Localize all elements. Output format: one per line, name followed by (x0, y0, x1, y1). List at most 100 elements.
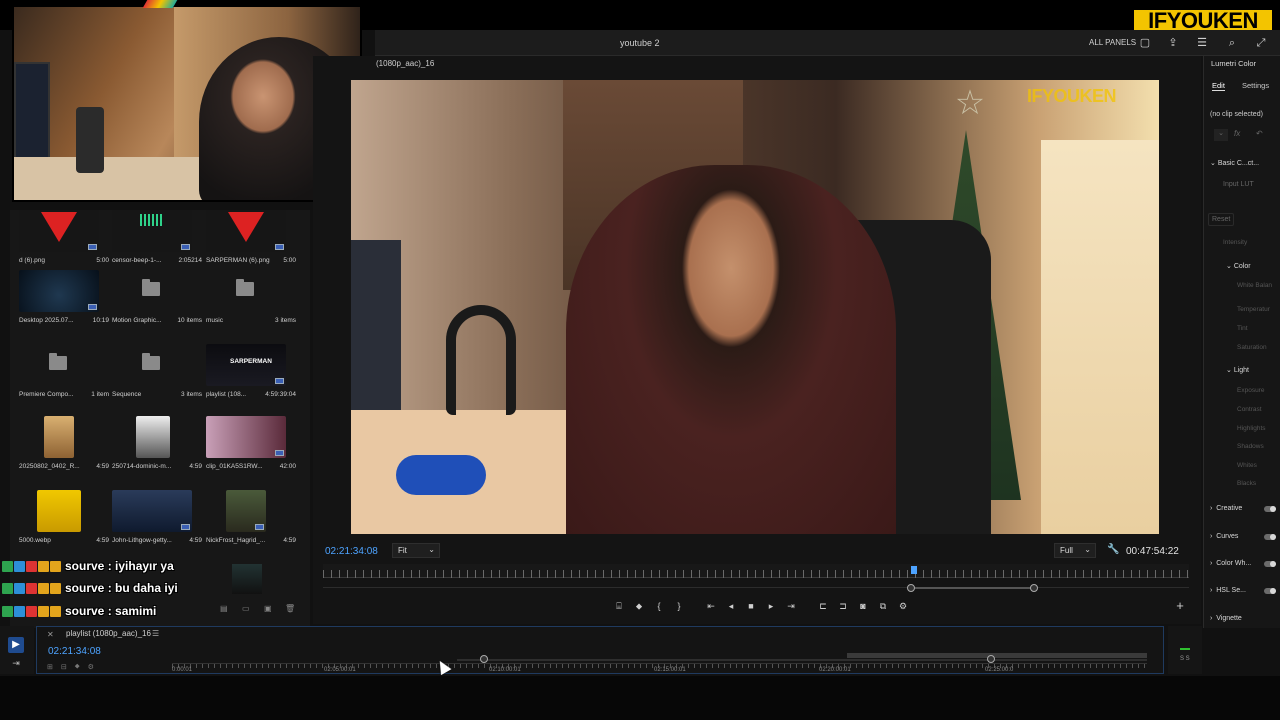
trash-icon[interactable]: 🗑 (285, 604, 295, 613)
whites-label: Whites (1237, 462, 1257, 469)
close-icon[interactable]: ✕ (47, 630, 55, 639)
quality-select[interactable]: Full ⌄ (1054, 543, 1096, 558)
tab-edit[interactable]: Edit (1212, 81, 1225, 91)
stop-icon[interactable]: ■ (741, 598, 761, 614)
add-button[interactable]: + (1173, 598, 1187, 614)
settings-icon[interactable]: ⚙ (893, 598, 913, 614)
insert-icon[interactable]: ⊏ (813, 598, 833, 614)
hsl-toggle[interactable] (1264, 588, 1276, 594)
tools-panel: ▶ ⇥ (0, 626, 34, 674)
timeline-zoom-bar[interactable] (457, 653, 1147, 663)
settings-icon[interactable]: ⚙ (88, 663, 94, 673)
item-duration: 3 items (275, 317, 296, 324)
go-to-out-icon[interactable]: ⇥ (781, 598, 801, 614)
creative-toggle[interactable] (1264, 506, 1276, 512)
chat-user: sourve (65, 559, 105, 573)
monitor-time-ruler[interactable] (323, 564, 1189, 578)
item-duration: 1 item (91, 391, 109, 398)
blacks-label: Blacks (1237, 480, 1257, 487)
chat-badges (2, 605, 61, 617)
undo-icon[interactable]: ↶ (1256, 129, 1263, 138)
folder-icon (112, 270, 192, 312)
exposure-label: Exposure (1237, 387, 1265, 394)
all-panels-button[interactable]: ALL PANELS (1089, 38, 1136, 47)
item-name: d (6).png (19, 257, 46, 264)
markers-icon[interactable]: ⬥ (75, 663, 80, 673)
no-clip-label: (no clip selected) (1210, 111, 1263, 118)
mark-in-icon[interactable]: { (649, 598, 669, 614)
thumb-overlay-text: SARPERMAN (230, 358, 272, 365)
section-color-wheels[interactable]: › Color Wh... (1210, 560, 1251, 567)
step-forward-icon[interactable]: ▸ (761, 598, 781, 614)
chat-badges (2, 560, 61, 572)
section-hsl[interactable]: › HSL Se... (1210, 587, 1246, 594)
linked-selection-icon[interactable]: ⊟ (61, 663, 67, 673)
item-thumbnail (226, 490, 266, 532)
zoom-handle-right[interactable] (1030, 584, 1038, 592)
section-creative[interactable]: › Creative (1210, 505, 1242, 512)
item-duration: 5:00 (283, 257, 296, 264)
menu-icon[interactable]: ☰ (1195, 36, 1209, 50)
track-select-tool-icon[interactable]: ⇥ (8, 658, 24, 670)
panel-icon[interactable]: ▢ (1138, 36, 1152, 50)
new-bin-icon[interactable]: ▭ (242, 604, 250, 613)
item-duration: 4:59 (96, 463, 109, 470)
playhead[interactable] (911, 566, 917, 574)
fullscreen-icon[interactable]: ⤢ (1254, 36, 1268, 50)
selection-tool-icon[interactable]: ▶ (8, 637, 24, 653)
item-name: clip_01KA5S1RW... (206, 463, 263, 470)
saturation-label: Saturation (1237, 344, 1267, 351)
share-icon[interactable]: ⇪ (1166, 36, 1180, 50)
new-item-icon[interactable]: ▣ (264, 604, 272, 613)
zoom-handle-left[interactable] (907, 584, 915, 592)
reset-button[interactable]: Reset (1208, 213, 1235, 226)
section-basic-correction[interactable]: ⌄ Basic C...ct... (1210, 159, 1259, 167)
ruler-label: 02:05:00:01 (324, 667, 356, 673)
ruler-label: 02:15:00:01 (654, 667, 686, 673)
chevron-down-icon[interactable]: ⌄ (1214, 129, 1228, 141)
color-wheels-toggle[interactable] (1264, 561, 1276, 567)
section-light[interactable]: ⌄ Light (1226, 366, 1249, 374)
fx-icon[interactable]: fx (1234, 129, 1240, 138)
item-thumbnail[interactable] (232, 564, 262, 594)
sequence-tab[interactable]: (1080p_aac)_16 (376, 59, 434, 68)
monitor-zoom-bar[interactable] (323, 584, 1189, 592)
current-timecode[interactable]: 02:21:34:08 (325, 546, 378, 557)
zoom-handle-left[interactable] (480, 655, 488, 663)
timeline-ruler[interactable]: 0:00:01 02:05:00:01 02:10:00:01 02:15:00… (172, 663, 1147, 673)
wrench-icon[interactable]: 🔧 (1107, 544, 1119, 555)
section-curves[interactable]: › Curves (1210, 533, 1238, 540)
zoom-range[interactable] (915, 587, 1035, 589)
curves-toggle[interactable] (1264, 534, 1276, 540)
video-preview[interactable]: ☆ IFYOUKEN (351, 80, 1159, 534)
quality-value: Full (1060, 546, 1073, 555)
zoom-select[interactable]: Fit ⌄ (392, 543, 440, 558)
marker-icon[interactable]: ⬥ (629, 598, 649, 614)
zoom-handle-right[interactable] (987, 655, 995, 663)
go-to-in-icon[interactable]: ⇤ (701, 598, 721, 614)
lift-icon[interactable]: ⌸ (609, 598, 629, 614)
overwrite-icon[interactable]: ⊐ (833, 598, 853, 614)
menu-icon[interactable]: ☰ (152, 629, 159, 638)
search-icon[interactable]: ⌕ (1225, 36, 1239, 50)
timeline-tab[interactable]: playlist (1080p_aac)_16 (66, 629, 151, 638)
webcam-cup (76, 107, 104, 173)
folder-icon (112, 344, 192, 386)
step-back-icon[interactable]: ◂ (721, 598, 741, 614)
timeline-timecode[interactable]: 02:21:34:08 (48, 646, 101, 657)
item-name: 5000.webp (19, 537, 51, 544)
tab-settings[interactable]: Settings (1242, 81, 1269, 90)
timeline-zoom-range[interactable] (847, 653, 1147, 658)
item-duration: 10:19 (92, 317, 109, 324)
shadows-label: Shadows (1237, 443, 1264, 450)
item-name: SARPERMAN (6).png (206, 257, 270, 264)
item-thumbnail: SARPERMAN (206, 344, 286, 386)
snap-icon[interactable]: ⊞ (47, 663, 53, 673)
chat-text: iyihayır ya (115, 559, 174, 573)
mark-out-icon[interactable]: } (669, 598, 689, 614)
export-frame-icon[interactable]: ◙ (853, 598, 873, 614)
section-vignette[interactable]: › Vignette (1210, 615, 1242, 622)
compare-icon[interactable]: ⧉ (873, 598, 893, 614)
list-view-icon[interactable]: ▤ (220, 604, 228, 613)
section-color[interactable]: ⌄ Color (1226, 262, 1251, 270)
